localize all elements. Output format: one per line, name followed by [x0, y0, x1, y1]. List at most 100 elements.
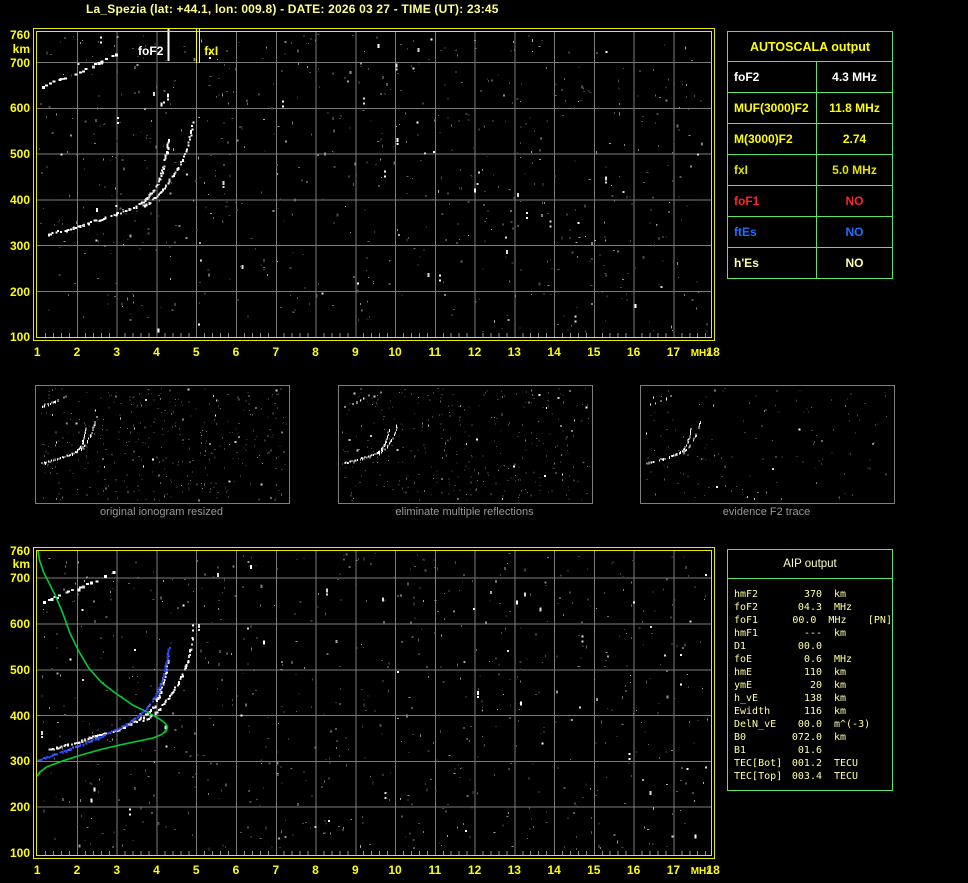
- aip-row-B1: B1 01.6: [734, 744, 892, 757]
- aip-row-Ewidth: Ewidth 116 km: [734, 705, 892, 718]
- autoscala-row-M3000F2: M(3000)F2 2.74: [728, 124, 892, 155]
- aip-row-label: TEC[Bot]: [734, 758, 783, 769]
- y-tick-label: 200: [9, 284, 30, 299]
- y-tick-label: 700: [9, 55, 30, 70]
- y-tick-label: 400: [9, 708, 30, 723]
- autoscala-table-body: foF2 4.3 MHz MUF(3000)F2 11.8 MHz M(3000)F2 2…: [728, 62, 892, 278]
- aip-row-unit: m^(-3): [834, 719, 871, 730]
- aip-row-label: foE: [734, 654, 753, 665]
- aip-row-foE: foE 0.6 MHz: [734, 653, 892, 666]
- aip-row-unit: MHz: [834, 602, 853, 613]
- x-tick-label: 3: [113, 345, 121, 359]
- x-tick-label: 6: [232, 863, 240, 877]
- aip-row-TECTop: TEC[Top] 003.4 TECU: [734, 770, 892, 783]
- autoscala-row-foF2: foF2 4.3 MHz: [728, 62, 892, 93]
- y-tick-label: 600: [9, 617, 30, 631]
- thumbnail-caption: original ionogram resized: [100, 506, 223, 518]
- autoscala-row-value: NO: [845, 225, 864, 239]
- y-tick-label: 400: [9, 192, 30, 207]
- aip-row-TECBot: TEC[Bot] 001.2 TECU: [734, 757, 892, 770]
- x-tick-label: 10: [388, 345, 402, 359]
- x-tick-label: 10: [388, 863, 402, 877]
- aip-row-label: TEC[Top]: [734, 771, 783, 782]
- x-tick-label: 9: [351, 345, 359, 359]
- aip-row-note: [PN]: [867, 615, 892, 626]
- y-tick-label: 500: [9, 662, 30, 677]
- aip-row-DelN_vE: DelN_vE 00.0 m^(-3): [734, 718, 892, 731]
- y-tick-label: 300: [9, 238, 30, 253]
- x-tick-label: 16: [626, 863, 641, 877]
- autoscala-row-value: 11.8 MHz: [829, 101, 880, 115]
- aip-output-table: AIP output hmF2 370 km foF2 04.3 MHz foF1 00.0 M…: [727, 549, 893, 791]
- autoscala-row-value: 2.74: [842, 132, 867, 146]
- foF2-marker-label: foF2: [138, 44, 164, 58]
- y-tick-label: 500: [9, 147, 30, 162]
- aip-row-value: 00.0: [797, 719, 822, 730]
- aip-row-h_vE: h_vE 138 km: [734, 692, 892, 705]
- thumbnail-original-ionogram: [35, 385, 290, 504]
- aip-row-unit: MHz: [834, 654, 853, 665]
- autoscala-row-label: MUF(3000)F2: [728, 93, 817, 123]
- aip-row-B0: B0 072.0 km: [734, 731, 892, 744]
- x-tick-label: 2: [73, 345, 81, 359]
- aip-row-label: hmF2: [734, 589, 759, 600]
- aip-row-unit: km: [834, 680, 847, 691]
- y-tick-label: 300: [9, 754, 30, 769]
- autoscala-row-value: NO: [845, 256, 864, 270]
- y-tick-label: 600: [9, 101, 30, 116]
- aip-row-label: DelN_vE: [734, 719, 777, 730]
- autoscala-row-label: foF1: [728, 186, 817, 216]
- aip-row-value: 0.6: [803, 654, 822, 665]
- aip-row-value: 370: [803, 589, 822, 600]
- aip-row-value: 04.3: [797, 602, 822, 613]
- x-tick-label: 3: [113, 863, 121, 877]
- x-tick-label: 1: [33, 863, 41, 877]
- thumbnail-eliminate-reflections: [338, 385, 593, 504]
- thumbnail-caption: evidence F2 trace: [722, 506, 811, 518]
- x-axis-unit-mhz: MHz: [690, 348, 712, 359]
- x-tick-label: 4: [153, 863, 160, 877]
- aip-row-value: 110: [803, 667, 822, 678]
- aip-row-label: B1: [734, 745, 747, 756]
- aip-row-unit: km: [834, 732, 847, 743]
- aip-row-value: 00.0: [792, 615, 817, 626]
- x-tick-label: 6: [232, 345, 240, 359]
- aip-row-unit: km: [834, 693, 847, 704]
- x-tick-label: 7: [272, 345, 280, 359]
- x-tick-label: 12: [467, 863, 482, 877]
- aip-row-unit: TECU: [834, 758, 859, 769]
- autoscala-window: La_Spezia (lat: +44.1, lon: 009.8) - DAT…: [0, 0, 968, 883]
- aip-row-label: hmF1: [734, 628, 759, 639]
- x-tick-label: 4: [153, 345, 160, 359]
- x-tick-label: 11: [428, 345, 442, 359]
- x-tick-label: 14: [547, 863, 561, 877]
- autoscala-row-label: foF2: [728, 62, 817, 92]
- autoscala-row-ftEs: ftEs NO: [728, 217, 892, 248]
- aip-row-label: B0: [734, 732, 747, 743]
- x-tick-label: 8: [312, 345, 319, 359]
- aip-row-value: 003.4: [791, 771, 822, 782]
- aip-row-label: foF2: [734, 602, 759, 613]
- aip-row-hmF2: hmF2 370 km: [734, 588, 892, 601]
- autoscala-output-table: AUTOSCALA output foF2 4.3 MHz MUF(3000)F2 1…: [727, 31, 893, 279]
- autoscala-row-label: M(3000)F2: [728, 124, 817, 154]
- autoscala-row-value: 5.0 MHz: [832, 163, 877, 177]
- aip-row-hmF1: hmF1 --- km: [734, 627, 892, 640]
- aip-row-unit: km: [834, 706, 847, 717]
- x-tick-label: 5: [192, 863, 200, 877]
- aip-row-foF1: foF1 00.0 MHz [PN]: [734, 614, 892, 627]
- aip-row-value: 01.6: [797, 745, 822, 756]
- aip-row-unit: TECU: [834, 771, 859, 782]
- aip-row-hmE: hmE 110 km: [734, 666, 892, 679]
- aip-row-value: 138: [803, 693, 822, 704]
- x-tick-label: 9: [351, 863, 359, 877]
- autoscala-table-header: AUTOSCALA output: [728, 32, 892, 62]
- aip-row-label: hmE: [734, 667, 753, 678]
- y-axis-unit-km: km: [12, 41, 30, 56]
- thumbnail-evidence-f2-trace: [640, 385, 895, 504]
- aip-row-value: 20: [809, 680, 822, 691]
- fxI-marker-label: fxI: [204, 44, 218, 58]
- aip-row-unit: km: [834, 589, 847, 600]
- x-tick-label: 14: [547, 345, 561, 359]
- aip-table-body: hmF2 370 km foF2 04.3 MHz foF1 00.0 MHz [PN] hmF1 -…: [728, 579, 892, 783]
